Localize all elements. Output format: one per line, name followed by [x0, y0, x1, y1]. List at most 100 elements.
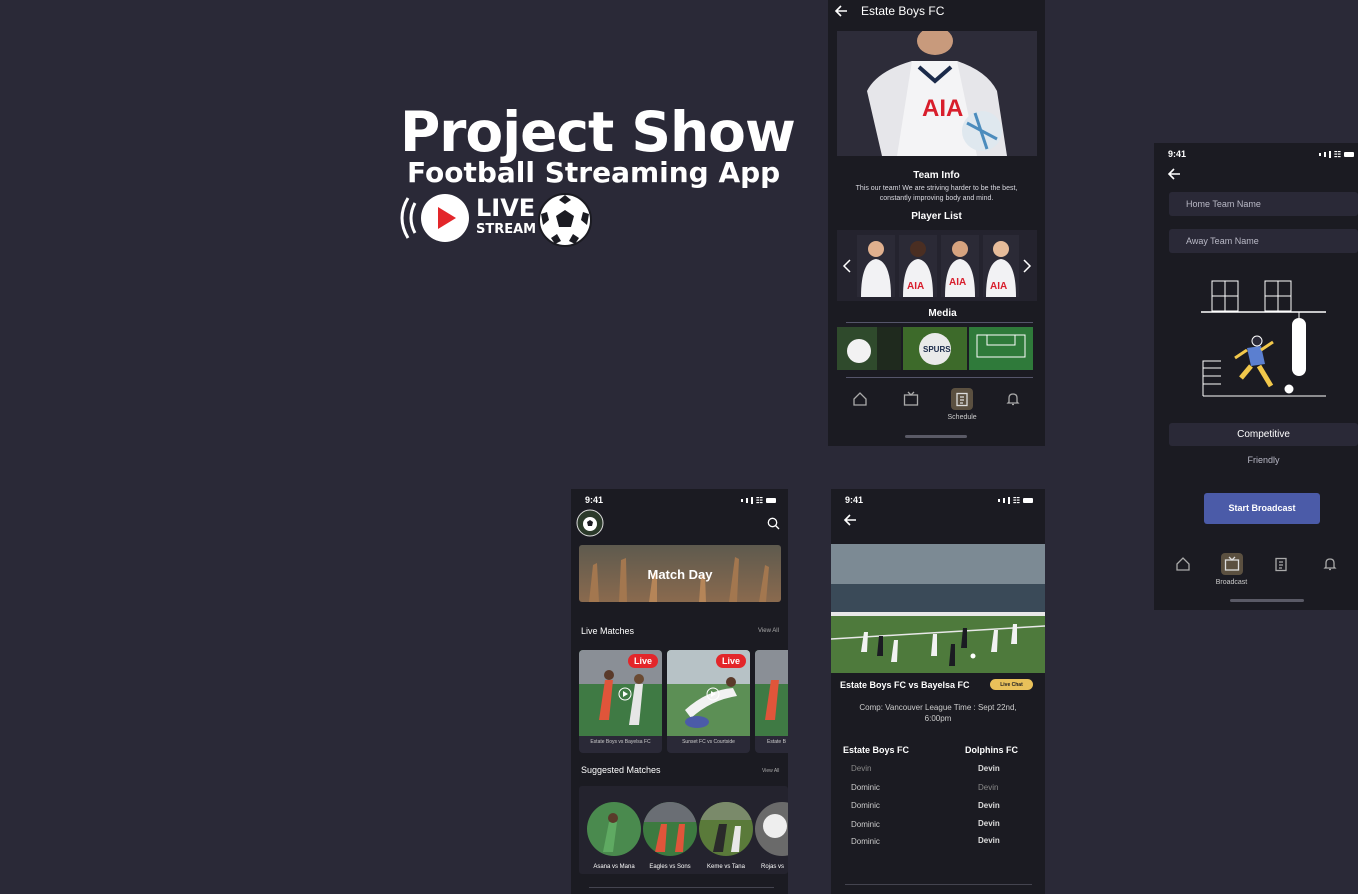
- live-tag: Live: [715, 654, 746, 668]
- back-arrow-icon[interactable]: [1167, 167, 1181, 181]
- divider: [846, 377, 1033, 378]
- away-team-input[interactable]: Away Team Name: [1169, 229, 1358, 253]
- player-thumbnails[interactable]: AIA AIA AIA: [857, 235, 1019, 297]
- match-thumbnail: [755, 650, 788, 736]
- status-time: 9:41: [585, 495, 604, 505]
- live-view-all-link[interactable]: View All: [758, 628, 779, 634]
- match-title: Estate Boys FC vs Bayelsa FC: [840, 680, 970, 690]
- player-list-heading: Player List: [911, 211, 962, 222]
- suggested-matches-row: Asana vs Mana Eagles vs Sons Keme vs Tan…: [579, 786, 788, 874]
- nav-schedule[interactable]: [1261, 553, 1301, 575]
- nav-broadcast[interactable]: Broadcast: [1212, 553, 1252, 586]
- club-logo-icon[interactable]: [576, 509, 604, 537]
- nav-home[interactable]: [840, 388, 880, 410]
- live-chat-button[interactable]: Live Chat: [990, 679, 1033, 690]
- suggested-match-caption: Rojas vs: [761, 864, 785, 870]
- back-arrow-icon[interactable]: [834, 4, 848, 18]
- competition-info: Comp: Vancouver League Time : Sept 22nd,…: [859, 703, 1017, 723]
- friendly-option[interactable]: Friendly: [1169, 455, 1358, 465]
- banner-title: Match Day: [647, 567, 713, 582]
- team-info-heading: Team Info: [913, 170, 960, 181]
- svg-text:SPURS: SPURS: [923, 345, 951, 354]
- svg-text:AIA: AIA: [922, 95, 963, 122]
- suggested-match-caption: Eagles vs Sons: [649, 864, 691, 870]
- nav-schedule[interactable]: Schedule: [942, 388, 982, 421]
- live-label: LIVE: [476, 194, 536, 222]
- status-bar: 9:41 ☷: [1154, 143, 1358, 165]
- live-match-caption: Sunset FC vs Courtside: [682, 739, 735, 745]
- away-player: Devin: [978, 819, 1000, 828]
- tv-icon: [1220, 553, 1243, 575]
- chevron-left-icon[interactable]: [842, 259, 852, 273]
- away-team-heading: Dolphins FC: [965, 745, 1018, 755]
- live-match-card[interactable]: Live Estate Boys vs Bayelsa FC: [579, 650, 662, 753]
- nav-notifications[interactable]: [1310, 553, 1350, 575]
- svg-text:AIA: AIA: [907, 281, 924, 292]
- live-match-card[interactable]: Estate B: [755, 650, 788, 753]
- status-bar: 9:41 ☷: [571, 489, 788, 511]
- suggested-match-thumb[interactable]: [699, 802, 753, 856]
- suggested-match-caption: Asana vs Mana: [593, 864, 635, 870]
- home-screen: 9:41 ☷ Match Day Live Matches View All L…: [571, 489, 788, 894]
- hero-title: Project Show: [400, 100, 796, 164]
- match-video-player[interactable]: [831, 544, 1045, 673]
- player-training-illustration: [1201, 280, 1326, 397]
- nav-home[interactable]: [1163, 553, 1203, 575]
- team-info-text: This our team! We are striving harder to…: [855, 185, 1018, 202]
- home-player: Dominic: [851, 837, 880, 846]
- status-icons: ☷: [1318, 150, 1354, 159]
- nav-notifications[interactable]: [993, 388, 1033, 410]
- competitive-option[interactable]: Competitive: [1169, 423, 1358, 446]
- nav-label: Schedule: [947, 414, 977, 421]
- soccer-ball-icon: [538, 193, 592, 247]
- chevron-right-icon[interactable]: [1022, 259, 1032, 273]
- match-day-banner[interactable]: Match Day: [579, 545, 781, 602]
- suggested-match-thumb[interactable]: [643, 802, 697, 856]
- nav-label: Broadcast: [1215, 579, 1248, 586]
- search-icon[interactable]: [767, 517, 780, 530]
- bottom-nav: Schedule: [828, 388, 1045, 421]
- live-matches-heading: Live Matches: [581, 626, 635, 636]
- live-match-card[interactable]: Live Sunset FC vs Courtside: [667, 650, 750, 753]
- status-icons: ☷: [997, 496, 1033, 505]
- home-indicator: [905, 435, 967, 438]
- svg-text:AIA: AIA: [949, 277, 966, 288]
- live-stream-logo: LIVE STREAM: [398, 190, 598, 247]
- media-heading: Media: [928, 308, 957, 319]
- home-player: Dominic: [851, 820, 880, 829]
- match-detail-screen: 9:41 ☷ Estate Boys FC vs Bayelsa FC Live…: [831, 489, 1045, 894]
- away-player: Devin: [978, 764, 1000, 773]
- home-team-input[interactable]: Home Team Name: [1169, 192, 1358, 216]
- suggested-match-thumb[interactable]: [755, 802, 788, 856]
- suggested-view-all-link[interactable]: View All: [762, 768, 779, 774]
- away-player: Devin: [978, 836, 1000, 845]
- media-gallery[interactable]: SPURS: [837, 327, 1033, 370]
- back-arrow-icon[interactable]: [843, 513, 857, 527]
- nav-broadcast[interactable]: [891, 388, 931, 410]
- home-player: Devin: [851, 764, 872, 773]
- bell-icon: [1002, 388, 1024, 410]
- home-player: Dominic: [851, 801, 880, 810]
- status-time: 9:41: [1168, 149, 1187, 159]
- home-indicator: [1230, 599, 1304, 602]
- suggested-match-caption: Keme vs Tana: [707, 864, 745, 870]
- status-bar: 9:41 ☷: [831, 489, 1045, 511]
- home-player: Dominic: [851, 783, 880, 792]
- start-broadcast-button[interactable]: Start Broadcast: [1204, 493, 1320, 524]
- suggested-matches-heading: Suggested Matches: [581, 765, 661, 775]
- suggested-match-thumb[interactable]: [587, 802, 641, 856]
- tv-icon: [900, 388, 922, 410]
- divider: [589, 887, 774, 888]
- svg-text:AIA: AIA: [990, 281, 1007, 292]
- divider: [846, 322, 1033, 323]
- screen-title: Estate Boys FC: [861, 4, 945, 18]
- bell-icon: [1319, 553, 1341, 575]
- broadcast-screen: 9:41 ☷ Home Team Name Away Team Name Com…: [1154, 143, 1358, 610]
- away-player: Devin: [978, 783, 999, 792]
- home-icon: [849, 388, 871, 410]
- clipboard-icon: [951, 388, 974, 410]
- player-carousel: AIA AIA AIA: [837, 230, 1037, 301]
- stream-label: STREAM: [476, 222, 537, 237]
- away-player: Devin: [978, 801, 1000, 810]
- team-screen: Estate Boys FC AIA Team Info This our te…: [828, 0, 1045, 446]
